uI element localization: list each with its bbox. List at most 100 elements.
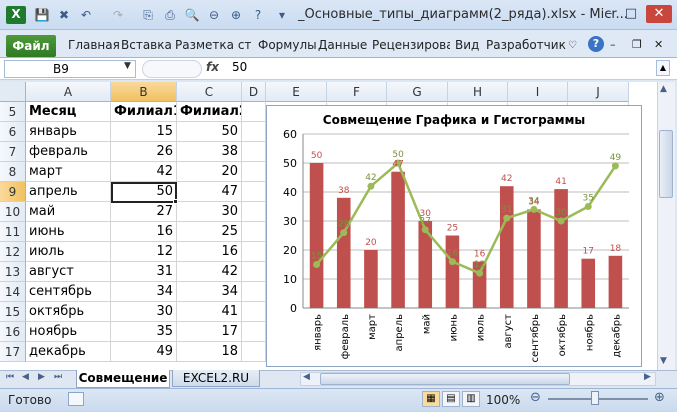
table-cell[interactable]: сентябрь bbox=[26, 282, 111, 302]
empty-cell[interactable] bbox=[242, 322, 266, 342]
tab-review[interactable]: Рецензирова bbox=[372, 38, 450, 52]
empty-cell[interactable] bbox=[242, 162, 266, 182]
table-cell[interactable]: 30 bbox=[111, 302, 177, 322]
table-cell[interactable]: 26 bbox=[111, 142, 177, 162]
table-header-cell[interactable]: Месяц bbox=[26, 102, 111, 122]
close-file-icon[interactable]: ✖ bbox=[56, 7, 72, 23]
table-cell[interactable]: 27 bbox=[111, 202, 177, 222]
minimize-icon[interactable]: – bbox=[600, 5, 618, 23]
row-header-10[interactable]: 10 bbox=[0, 202, 26, 222]
row-header-11[interactable]: 11 bbox=[0, 222, 26, 242]
table-cell[interactable]: 18 bbox=[177, 342, 242, 362]
name-box[interactable]: B9 bbox=[4, 60, 136, 78]
sheet-tab-excel2ru[interactable]: EXCEL2.RU bbox=[172, 370, 260, 387]
table-cell[interactable]: октябрь bbox=[26, 302, 111, 322]
table-cell[interactable]: 25 bbox=[177, 222, 242, 242]
insert-function-icon[interactable]: fx bbox=[206, 60, 219, 74]
row-header-12[interactable]: 12 bbox=[0, 242, 26, 262]
column-header-e[interactable]: E bbox=[266, 82, 327, 102]
table-cell[interactable]: 41 bbox=[177, 302, 242, 322]
row-header-15[interactable]: 15 bbox=[0, 302, 26, 322]
help-icon[interactable]: ? bbox=[250, 7, 266, 23]
vertical-scrollbar[interactable] bbox=[657, 82, 675, 370]
table-cell[interactable]: 12 bbox=[111, 242, 177, 262]
macro-record-icon[interactable] bbox=[68, 392, 84, 406]
zoom-out-button[interactable]: ⊖ bbox=[530, 390, 541, 405]
empty-cell[interactable] bbox=[242, 122, 266, 142]
table-header-cell[interactable]: Филиал1 bbox=[111, 102, 177, 122]
row-header-5[interactable]: 5 bbox=[0, 102, 26, 122]
row-header-8[interactable]: 8 bbox=[0, 162, 26, 182]
table-cell[interactable]: 20 bbox=[177, 162, 242, 182]
column-header-j[interactable]: J bbox=[568, 82, 629, 102]
help-icon[interactable]: ? bbox=[588, 36, 604, 52]
horizontal-scroll-thumb[interactable] bbox=[320, 373, 570, 385]
first-sheet-icon[interactable]: ⏮ bbox=[6, 372, 14, 382]
table-cell[interactable]: 38 bbox=[177, 142, 242, 162]
table-cell[interactable]: 16 bbox=[177, 242, 242, 262]
tab-file[interactable]: Файл bbox=[6, 35, 56, 57]
table-header-cell[interactable]: Филиал2 bbox=[177, 102, 242, 122]
maximize-icon[interactable]: □ bbox=[622, 5, 640, 23]
preview-icon[interactable]: 🔍 bbox=[184, 7, 200, 23]
row-header-13[interactable]: 13 bbox=[0, 262, 26, 282]
zoom-level[interactable]: 100% bbox=[486, 393, 520, 407]
table-cell[interactable]: 15 bbox=[111, 122, 177, 142]
formula-input[interactable]: 50 bbox=[232, 60, 247, 74]
empty-cell[interactable] bbox=[242, 302, 266, 322]
tab-data[interactable]: Данные bbox=[318, 38, 367, 52]
last-sheet-icon[interactable]: ⏭ bbox=[54, 372, 62, 382]
row-header-9[interactable]: 9 bbox=[0, 182, 26, 202]
empty-cell[interactable] bbox=[242, 202, 266, 222]
column-header-d[interactable]: D bbox=[242, 82, 266, 102]
zoom-out-icon[interactable]: ⊖ bbox=[206, 7, 222, 23]
table-cell[interactable]: 31 bbox=[111, 262, 177, 282]
table-cell[interactable]: 35 bbox=[111, 322, 177, 342]
chart-area[interactable]: Совмещение Графика и Гистограммы 0 10 20 30 4… bbox=[266, 105, 642, 367]
close-icon[interactable]: ✕ bbox=[646, 5, 672, 23]
table-cell[interactable]: 17 bbox=[177, 322, 242, 342]
empty-cell[interactable] bbox=[242, 142, 266, 162]
empty-cell[interactable] bbox=[242, 342, 266, 362]
scroll-right-icon[interactable]: ▶ bbox=[644, 372, 651, 382]
table-cell[interactable]: май bbox=[26, 202, 111, 222]
column-header-c[interactable]: C bbox=[177, 82, 242, 102]
ribbon-collapse-icon[interactable]: ♡ bbox=[568, 40, 577, 51]
column-header-i[interactable]: I bbox=[508, 82, 568, 102]
table-cell[interactable]: 42 bbox=[111, 162, 177, 182]
select-all-corner[interactable] bbox=[0, 82, 26, 102]
scroll-left-icon[interactable]: ◀ bbox=[303, 372, 310, 382]
table-cell[interactable]: 30 bbox=[177, 202, 242, 222]
page-layout-view-icon[interactable]: ▤ bbox=[442, 391, 460, 407]
column-header-f[interactable]: F bbox=[327, 82, 387, 102]
table-cell[interactable]: 34 bbox=[111, 282, 177, 302]
row-header-17[interactable]: 17 bbox=[0, 342, 26, 362]
table-cell[interactable]: январь bbox=[26, 122, 111, 142]
tab-formulas[interactable]: Формулы bbox=[258, 38, 317, 52]
doc-close-icon[interactable]: ✕ bbox=[654, 38, 663, 51]
next-sheet-icon[interactable]: ▶ bbox=[38, 372, 45, 382]
prev-sheet-icon[interactable]: ◀ bbox=[22, 372, 29, 382]
excel-app-icon[interactable]: X bbox=[6, 6, 26, 24]
table-cell[interactable]: 42 bbox=[177, 262, 242, 282]
table-cell[interactable]: 50 bbox=[177, 122, 242, 142]
normal-view-icon[interactable]: ▦ bbox=[422, 391, 440, 407]
table-cell[interactable]: 47 bbox=[177, 182, 242, 202]
tab-home[interactable]: Главная bbox=[68, 38, 120, 52]
zoom-slider-thumb[interactable] bbox=[591, 391, 599, 405]
expand-formula-bar-icon[interactable]: ▲ bbox=[656, 60, 670, 76]
empty-cell[interactable] bbox=[242, 182, 266, 202]
row-header-7[interactable]: 7 bbox=[0, 142, 26, 162]
sheet-tab-sovmeshenie[interactable]: Совмещение bbox=[76, 370, 170, 388]
row-header-16[interactable]: 16 bbox=[0, 322, 26, 342]
page-break-view-icon[interactable]: ▥ bbox=[462, 391, 480, 407]
table-cell[interactable]: 49 bbox=[111, 342, 177, 362]
empty-cell[interactable] bbox=[242, 222, 266, 242]
table-cell[interactable]: июль bbox=[26, 242, 111, 262]
redo-icon[interactable]: ↷ bbox=[110, 7, 126, 23]
empty-cell[interactable] bbox=[242, 262, 266, 282]
fill-handle[interactable] bbox=[173, 199, 178, 204]
column-header-g[interactable]: G bbox=[387, 82, 448, 102]
row-header-6[interactable]: 6 bbox=[0, 122, 26, 142]
doc-minimize-icon[interactable]: – bbox=[610, 38, 616, 51]
